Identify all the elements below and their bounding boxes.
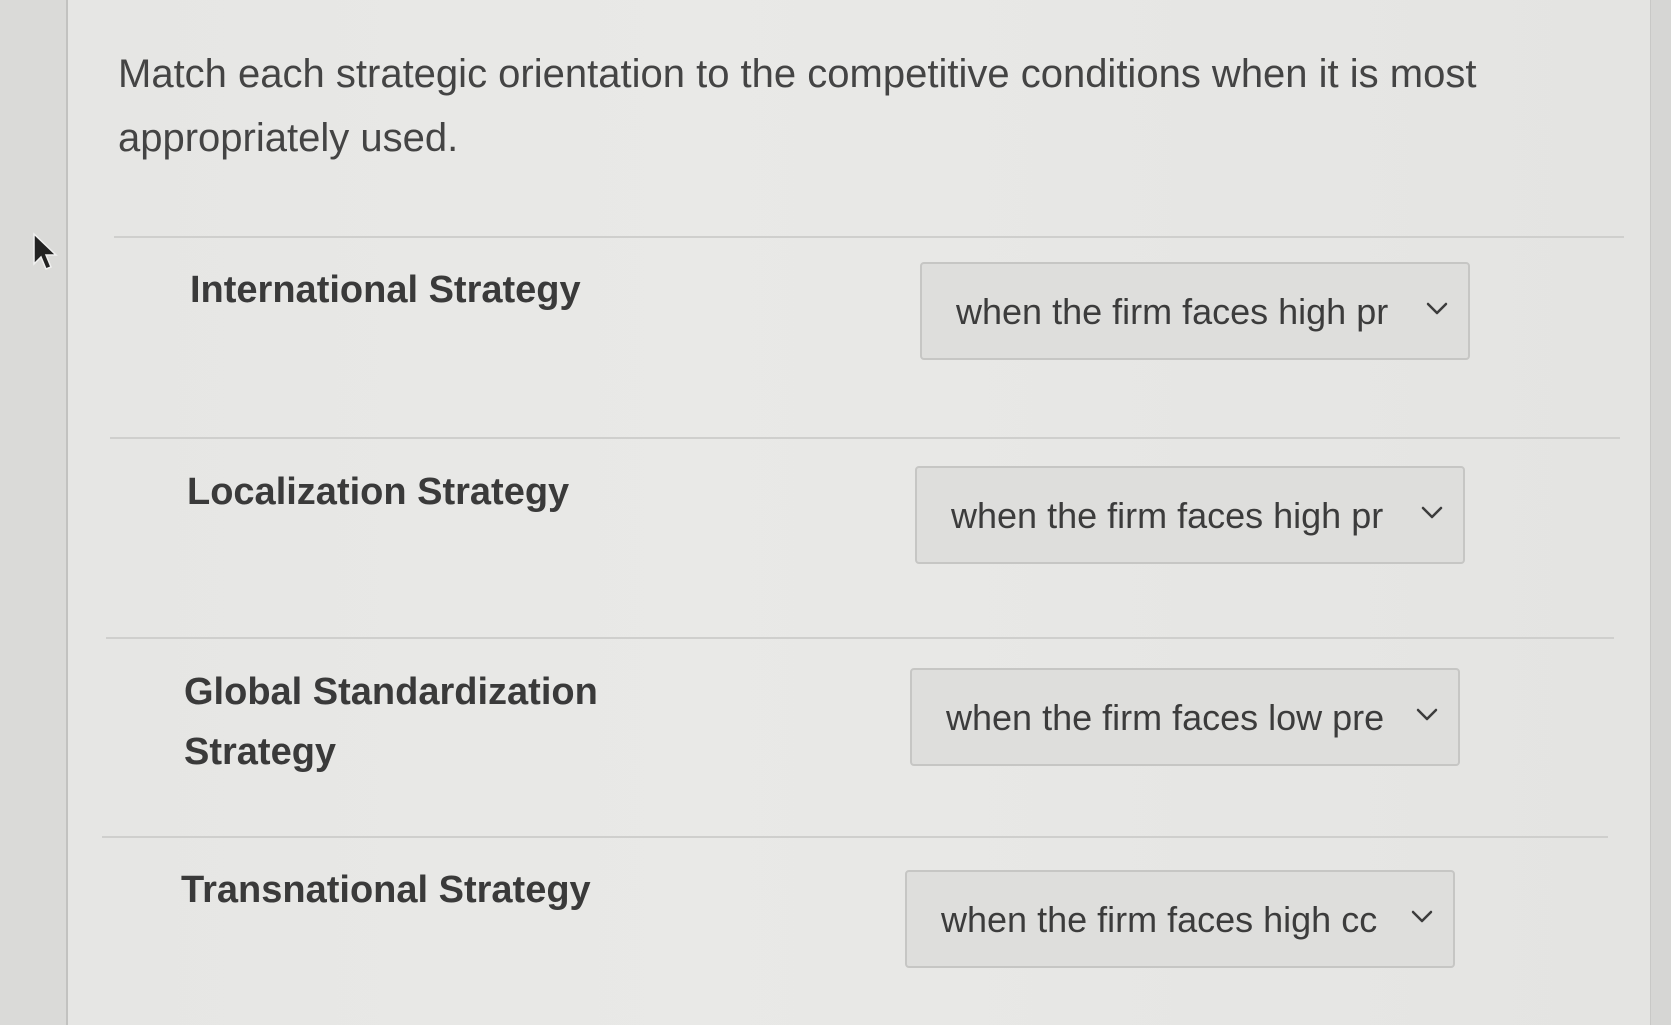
match-label-transnational: Transnational Strategy [181, 869, 591, 911]
mouse-pointer-icon [33, 232, 58, 270]
match-label-international: International Strategy [190, 269, 581, 311]
select-value: when the firm faces high cc [941, 899, 1378, 940]
chevron-down-icon [1421, 506, 1443, 519]
row-divider [110, 437, 1620, 439]
row-divider [114, 236, 1624, 238]
row-divider [102, 836, 1608, 838]
chevron-down-icon [1426, 302, 1448, 315]
match-select-transnational[interactable]: when the firm faces high cc [905, 870, 1455, 968]
row-divider [106, 637, 1614, 639]
match-label-global-standardization: Global Standardization Strategy [184, 671, 598, 773]
match-select-international[interactable]: when the firm faces high pr [920, 262, 1470, 360]
select-value: when the firm faces high pr [956, 291, 1389, 332]
window-edge [1650, 0, 1671, 1025]
select-value: when the firm faces low pre [946, 697, 1385, 738]
chevron-down-icon [1411, 910, 1433, 923]
match-select-global-standardization[interactable]: when the firm faces low pre [910, 668, 1460, 766]
match-label-localization: Localization Strategy [187, 471, 570, 513]
left-gutter [0, 0, 68, 1025]
question-prompt: Match each strategic orientation to the … [118, 52, 1477, 160]
select-value: when the firm faces high pr [951, 495, 1384, 536]
match-select-localization[interactable]: when the firm faces high pr [915, 466, 1465, 564]
chevron-down-icon [1416, 708, 1438, 721]
